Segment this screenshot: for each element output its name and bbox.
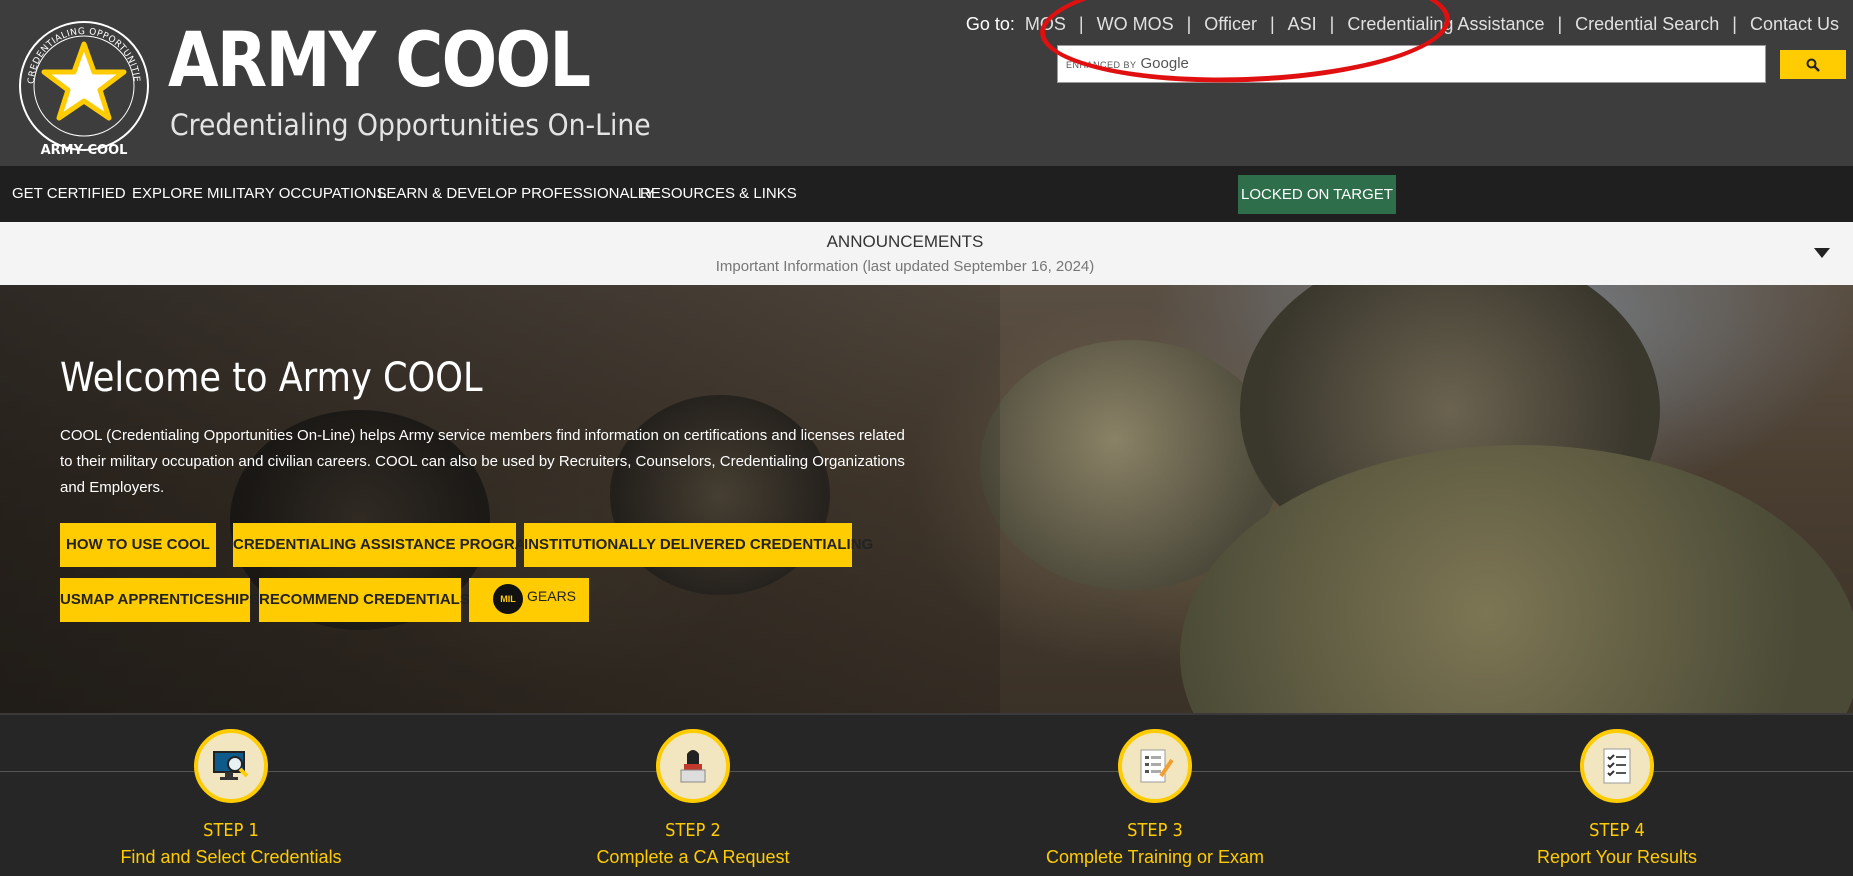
main-nav: GET CERTIFIED EXPLORE MILITARY OCCUPATIO… (0, 166, 1853, 222)
how-to-use-cool-button[interactable]: HOW TO USE COOL (60, 523, 216, 567)
goto-links: Go to: MOS | WO MOS | Officer | ASI | Cr… (966, 14, 1839, 35)
step-1-label[interactable]: Find and Select Credentials (81, 847, 381, 868)
army-cool-seal-logo[interactable]: CREDENTIALING OPPORTUNITIES ON-LINE ARMY… (14, 4, 154, 162)
separator: | (1557, 14, 1563, 34)
hero-banner: Welcome to Army COOL COOL (Credentialing… (0, 285, 1853, 713)
step-1: STEP 1 Find and Select Credentials (81, 715, 381, 876)
credentialing-assistance-program-button[interactable]: CREDENTIALING ASSISTANCE PROGRAM (233, 523, 538, 567)
step-2-number: STEP 2 (665, 820, 721, 841)
nav-get-certified[interactable]: GET CERTIFIED (12, 185, 126, 202)
step-3: STEP 3 Complete Training or Exam (1005, 715, 1305, 876)
caret-down-icon[interactable] (1814, 248, 1830, 258)
goto-link-credential-search[interactable]: Credential Search (1575, 14, 1719, 35)
steps-section: STEP 1 Find and Select Credentials STEP … (0, 713, 1853, 876)
site-subtitle: Credentialing Opportunities On-Line (170, 108, 651, 142)
nav-resources-links[interactable]: RESOURCES & LINKS (640, 185, 797, 202)
separator: | (1732, 14, 1737, 34)
step-4: STEP 4 Report Your Results (1467, 715, 1767, 876)
search-box: ENHANCED BY Google (1057, 45, 1766, 83)
search-button[interactable] (1780, 50, 1846, 79)
nav-explore-military-occupations[interactable]: EXPLORE MILITARY OCCUPATIONS (132, 185, 387, 202)
form-pencil-icon[interactable] (1118, 729, 1192, 803)
announcements-bar[interactable]: ANNOUNCEMENTS Important Information (las… (0, 222, 1853, 285)
nav-learn-develop-professionally[interactable]: LEARN & DEVELOP PROFESSIONALLY (378, 185, 655, 202)
checklist-icon[interactable] (1580, 729, 1654, 803)
step-1-number: STEP 1 (203, 820, 259, 841)
step-4-label[interactable]: Report Your Results (1467, 847, 1767, 868)
goto-link-asi[interactable]: ASI (1288, 14, 1317, 35)
institutionally-delivered-credentialing-button[interactable]: INSTITUTIONALLY DELIVERED CREDENTIALING (524, 523, 873, 567)
announcements-subtitle: Important Information (last updated Sept… (715, 258, 1095, 275)
goto-link-contact-us[interactable]: Contact Us (1750, 14, 1839, 35)
seal-bottom-text: ARMY COOL (41, 143, 128, 158)
goto-link-officer[interactable]: Officer (1204, 14, 1257, 35)
locked-on-target-button[interactable]: LOCKED ON TARGET (1238, 175, 1396, 214)
person-laptop-icon[interactable] (656, 729, 730, 803)
usmap-apprenticeships-button[interactable]: USMAP APPRENTICESHIPS (60, 578, 259, 622)
milgears-logo-icon: MIL (493, 584, 523, 614)
site-title[interactable]: ARMY COOL (168, 22, 591, 98)
goto-link-mos[interactable]: MOS (1025, 14, 1066, 35)
search-icon (1806, 58, 1820, 72)
goto-link-wo-mos[interactable]: WO MOS (1097, 14, 1174, 35)
computer-search-icon[interactable] (194, 729, 268, 803)
separator: | (1186, 14, 1192, 34)
hero-title: Welcome to Army COOL (60, 355, 483, 401)
announcements-title: ANNOUNCEMENTS (826, 232, 984, 251)
separator: | (1329, 14, 1335, 34)
recommend-credentials-button[interactable]: RECOMMEND CREDENTIALS (259, 578, 470, 622)
goto-label: Go to: (965, 14, 1015, 34)
step-3-number: STEP 3 (1127, 820, 1183, 841)
hero-description: COOL (Credentialing Opportunities On-Lin… (60, 427, 905, 496)
search-input[interactable] (1168, 50, 1758, 78)
step-3-label[interactable]: Complete Training or Exam (1005, 847, 1305, 868)
goto-link-credentialing-assistance[interactable]: Credentialing Assistance (1347, 14, 1544, 35)
milgears-button[interactable]: MIL GEARS (469, 578, 589, 622)
separator: | (1269, 14, 1275, 34)
step-2-label[interactable]: Complete a CA Request (543, 847, 843, 868)
site-header: CREDENTIALING OPPORTUNITIES ON-LINE ARMY… (0, 0, 1853, 166)
step-2: STEP 2 Complete a CA Request (543, 715, 843, 876)
separator: | (1078, 14, 1084, 34)
step-4-number: STEP 4 (1589, 820, 1645, 841)
milgears-label: GEARS (527, 588, 577, 604)
